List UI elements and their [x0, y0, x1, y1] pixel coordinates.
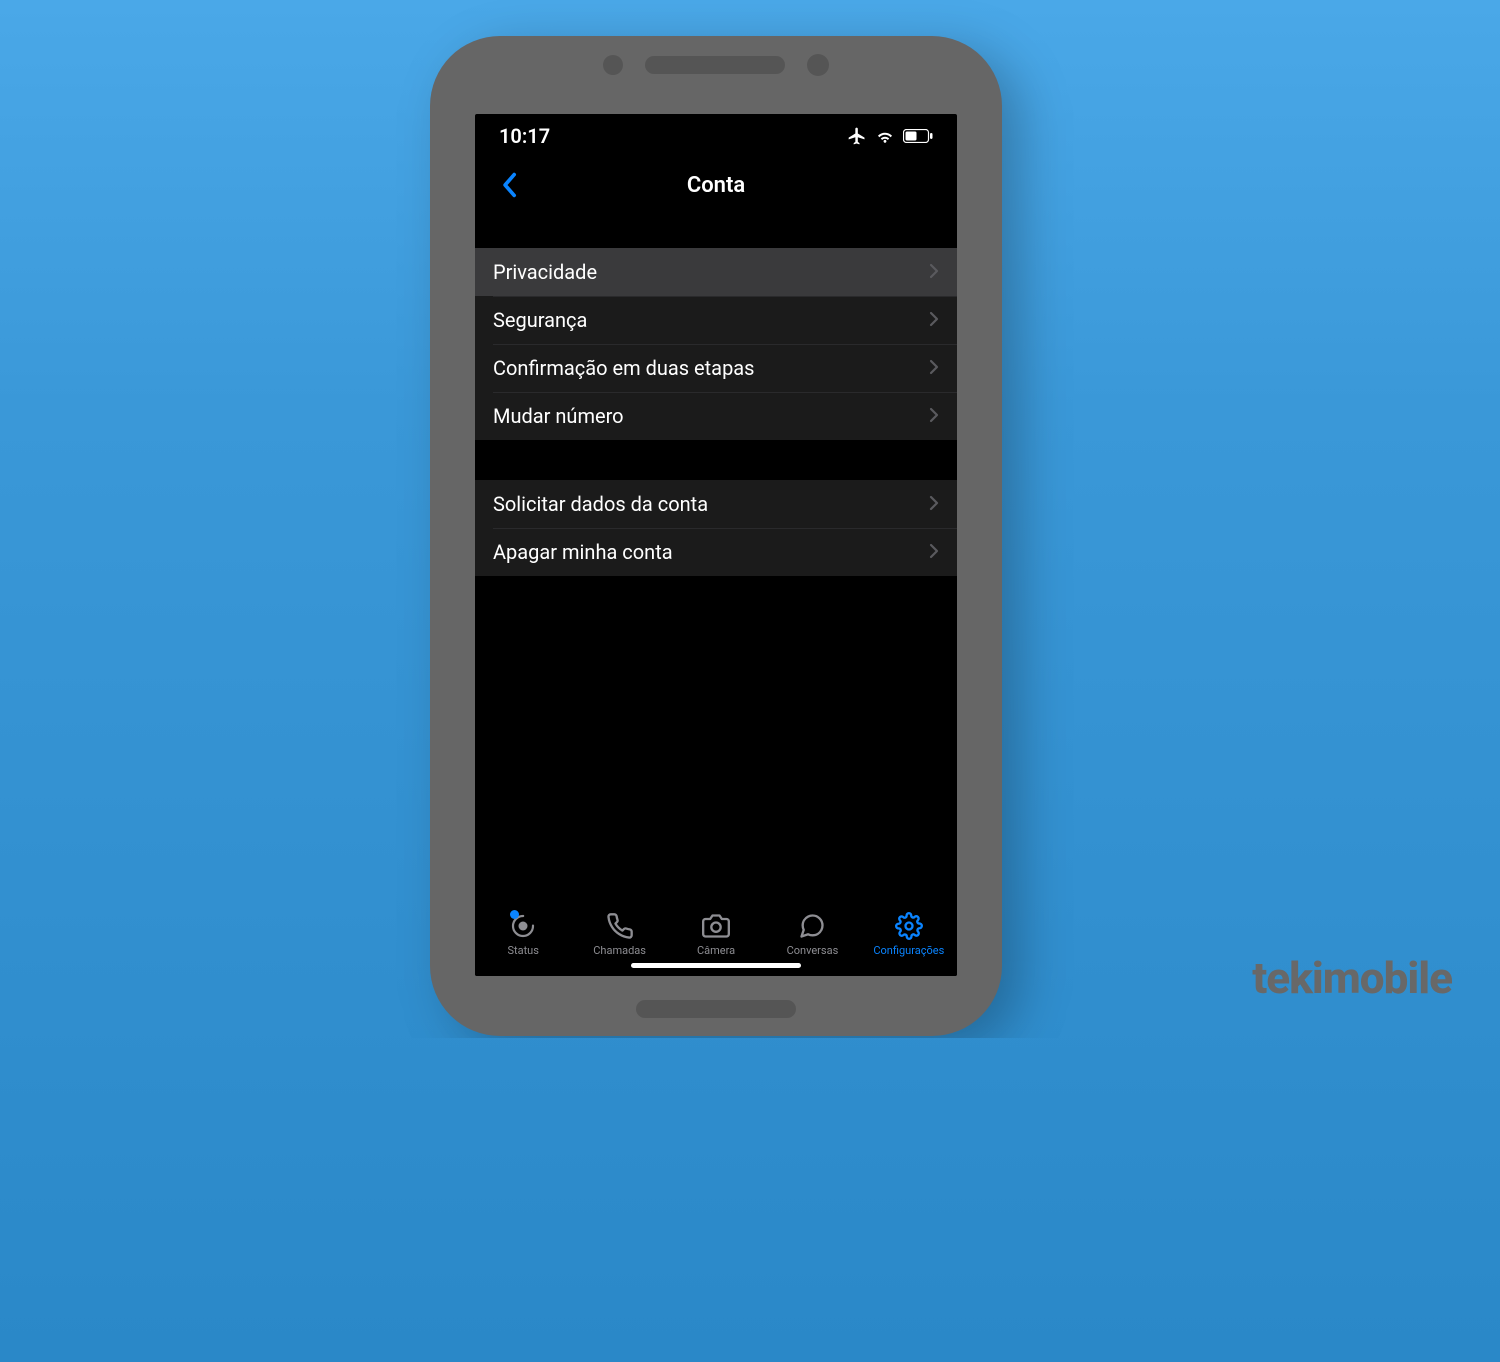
status-time: 10:17: [499, 124, 550, 148]
row-confirmacao-duas-etapas[interactable]: Confirmação em duas etapas: [475, 344, 957, 392]
row-label: Segurança: [493, 308, 587, 332]
chevron-right-icon: [929, 492, 939, 516]
tab-configuracoes[interactable]: Configurações: [861, 912, 957, 957]
settings-section-1: Privacidade Segurança Confirmação em dua…: [475, 248, 957, 440]
gear-icon: [895, 912, 923, 940]
settings-section-2: Solicitar dados da conta Apagar minha co…: [475, 480, 957, 576]
phone-chin: [636, 1000, 796, 1018]
home-indicator[interactable]: [631, 963, 801, 968]
tab-label: Câmera: [697, 944, 735, 957]
row-label: Solicitar dados da conta: [493, 492, 708, 516]
row-label: Confirmação em duas etapas: [493, 356, 755, 380]
airplane-icon: [847, 126, 867, 146]
nav-bar: Conta: [475, 158, 957, 212]
chevron-right-icon: [929, 356, 939, 380]
tab-label: Chamadas: [593, 944, 646, 957]
camera-icon: [702, 912, 730, 940]
row-privacidade[interactable]: Privacidade: [475, 248, 957, 296]
chevron-right-icon: [929, 260, 939, 284]
row-seguranca[interactable]: Segurança: [475, 296, 957, 344]
battery-icon: [903, 129, 933, 143]
tab-chamadas[interactable]: Chamadas: [571, 912, 667, 957]
row-mudar-numero[interactable]: Mudar número: [475, 392, 957, 440]
tab-status[interactable]: Status: [475, 912, 571, 957]
status-icons: [847, 126, 933, 146]
chevron-right-icon: [929, 308, 939, 332]
row-label: Mudar número: [493, 404, 624, 428]
row-apagar-conta[interactable]: Apagar minha conta: [475, 528, 957, 576]
brand-watermark: tekimobile: [1252, 952, 1452, 1004]
chevron-right-icon: [929, 404, 939, 428]
wifi-icon: [875, 128, 895, 144]
content-area: Privacidade Segurança Confirmação em dua…: [475, 212, 957, 902]
tab-label: Status: [507, 944, 538, 957]
chevron-right-icon: [929, 540, 939, 564]
tab-label: Conversas: [787, 944, 839, 957]
screen: 10:17 Conta: [475, 114, 957, 976]
tab-conversas[interactable]: Conversas: [764, 912, 860, 957]
tab-label: Configurações: [873, 944, 944, 957]
phone-icon: [606, 912, 634, 940]
phone-frame: 10:17 Conta: [430, 36, 1002, 1036]
back-button[interactable]: [489, 165, 529, 205]
tab-camera[interactable]: Câmera: [668, 912, 764, 957]
row-label: Privacidade: [493, 260, 597, 284]
chat-icon: [798, 912, 826, 940]
page-title: Conta: [475, 173, 957, 198]
row-label: Apagar minha conta: [493, 540, 673, 564]
status-bar: 10:17: [475, 114, 957, 158]
row-solicitar-dados[interactable]: Solicitar dados da conta: [475, 480, 957, 528]
phone-sensors: [603, 54, 829, 76]
